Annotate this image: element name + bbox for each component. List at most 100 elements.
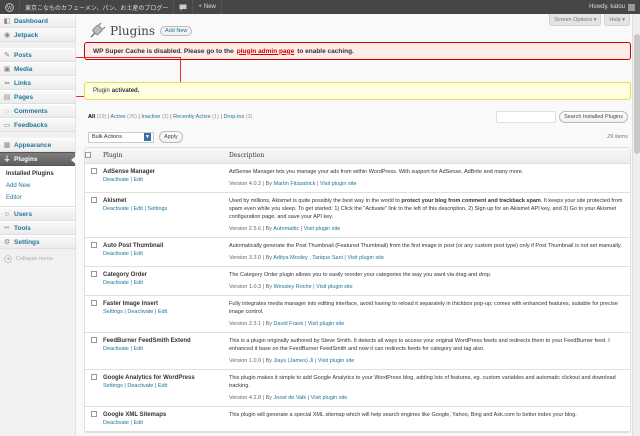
plugin-row-actions[interactable]: Deactivate | Edit: [103, 177, 143, 183]
filter-recently-active[interactable]: Recently Active: [173, 114, 211, 120]
howdy-text: Howdy, katou: [589, 4, 625, 10]
menu-dashboard[interactable]: ◧ Dashboard: [0, 14, 75, 28]
menu-tools[interactable]: ✂ Tools: [0, 221, 75, 235]
visit-plugin-site-link[interactable]: Visit plugin site: [316, 284, 353, 290]
menu-media[interactable]: ▣ Media: [0, 62, 75, 76]
plugin-description: This is a plugin originally authored by …: [229, 338, 610, 352]
plugin-row-actions[interactable]: Deactivate | Edit: [103, 251, 143, 257]
table-header-row: Plugin Description: [85, 148, 630, 164]
plugin-author-link[interactable]: Automattic: [273, 226, 299, 232]
menu-users[interactable]: ☺ Users: [0, 207, 75, 221]
row-checkbox[interactable]: [91, 337, 97, 343]
plugin-title-cell: Google XML Sitemaps Deactivate | Edit: [103, 407, 229, 432]
submenu-add-new[interactable]: Add New: [0, 180, 75, 192]
row-checkbox[interactable]: [91, 411, 97, 417]
scrollbar[interactable]: [632, 14, 640, 436]
row-checkbox[interactable]: [91, 242, 97, 248]
menu-label: Comments: [14, 107, 48, 115]
menu-links[interactable]: ∞ Links: [0, 76, 75, 90]
plugin-author-link[interactable]: David Frank: [274, 321, 304, 327]
row-checkbox[interactable]: [91, 168, 97, 174]
menu-label: Appearance: [14, 141, 52, 149]
error-notice-text: WP Super Cache is disabled. Please go to…: [93, 47, 234, 55]
updated-notice-text: Plugin: [93, 88, 110, 94]
scrollbar-thumb[interactable]: [634, 34, 640, 154]
table-row: Akismet Deactivate | Edit | Settings Used …: [85, 193, 630, 238]
plugin-meta: Version 3.3.0 | By Aditya Mooley , Tariq…: [229, 255, 384, 261]
plugin-author-link[interactable]: Martin Fitzpatrick: [274, 181, 316, 187]
plugin-title-cell: Category Order Deactivate | Edit: [103, 267, 229, 296]
error-notice-text-end: to enable caching.: [297, 47, 354, 55]
submenu-editor[interactable]: Editor: [0, 192, 75, 204]
plugin-row-actions[interactable]: Deactivate | Edit: [103, 420, 143, 426]
filter-all[interactable]: All: [88, 114, 95, 120]
menu-label: Tools: [14, 224, 31, 232]
table-row: Google Analytics for WordPress Settings |…: [85, 370, 630, 407]
plugin-title-cell: Akismet Deactivate | Edit | Settings: [103, 193, 229, 238]
filter-inactive[interactable]: Inactive: [141, 114, 160, 120]
apply-button[interactable]: Apply: [159, 131, 183, 143]
table-nav: Bulk Actions ▼ Apply: [88, 131, 183, 143]
plugin-row-actions[interactable]: Deactivate | Edit: [103, 346, 143, 352]
plugin-author-link[interactable]: Aditya Mooley , Tarique Sani: [273, 255, 343, 261]
visit-plugin-site-link[interactable]: Visit plugin site: [311, 395, 348, 401]
plugin-name: FeedBurner FeedSmith Extend: [103, 338, 191, 344]
comments-icon[interactable]: [174, 0, 194, 14]
plugin-meta: Version 4.2.8 | By Joost de Valk | Visit…: [229, 395, 348, 401]
filter-dropins[interactable]: Drop-ins: [223, 114, 244, 120]
visit-plugin-site-link[interactable]: Visit plugin site: [347, 255, 384, 261]
visit-plugin-site-link[interactable]: Visit plugin site: [304, 226, 341, 232]
feedbacks-icon: ▭: [3, 122, 11, 129]
filter-active[interactable]: Active: [111, 114, 126, 120]
main-content: Screen Options ▾ Help ▾ Plugins Add New …: [76, 14, 640, 436]
row-checkbox-cell: [85, 296, 103, 333]
account-menu[interactable]: Howdy, katou: [584, 0, 640, 14]
row-checkbox[interactable]: [91, 271, 97, 277]
help-tab[interactable]: Help ▾: [604, 14, 630, 26]
search-plugins-button[interactable]: Search Installed Plugins: [558, 111, 628, 123]
search-input[interactable]: [495, 111, 556, 123]
menu-label: Pages: [14, 93, 34, 101]
bulk-actions-value: Bulk Actions: [92, 134, 122, 140]
menu-posts[interactable]: ✎ Posts: [0, 48, 75, 62]
visit-plugin-site-link[interactable]: Visit plugin site: [320, 181, 357, 187]
media-icon: ▣: [3, 66, 11, 73]
visit-plugin-site-link[interactable]: Visit plugin site: [318, 358, 355, 364]
plugin-meta: Version 2.3.1 | By David Frank | Visit p…: [229, 321, 345, 327]
menu-plugins[interactable]: ⏚ Plugins: [0, 152, 76, 166]
plugin-row-actions[interactable]: Settings | Deactivate | Edit: [103, 309, 167, 315]
bulk-actions-select[interactable]: Bulk Actions ▼: [88, 131, 154, 143]
plugin-row-actions[interactable]: Deactivate | Edit: [103, 280, 143, 286]
menu-jetpack[interactable]: ◉ Jetpack: [0, 28, 75, 42]
row-checkbox[interactable]: [91, 374, 97, 380]
plugin-author-link[interactable]: Jiayu (James) Ji: [274, 358, 314, 364]
submenu-installed-plugins[interactable]: Installed Plugins: [0, 168, 75, 180]
menu-pages[interactable]: ▤ Pages: [0, 90, 75, 104]
plugin-author-link[interactable]: Wessley Roche: [274, 284, 312, 290]
menu-feedbacks[interactable]: ▭ Feedbacks: [0, 118, 75, 132]
collapse-menu-button[interactable]: ◂ Collapse menu: [0, 252, 75, 266]
visit-plugin-site-link[interactable]: Visit plugin site: [308, 321, 345, 327]
site-name-link[interactable]: 東京こなものカフェーメン、パン、お土産のブログー: [20, 0, 175, 14]
plugin-description: Automatically generate the Post Thumbnai…: [229, 243, 622, 249]
plugin-name: Akismet: [103, 198, 127, 204]
select-all-checkbox[interactable]: [85, 151, 91, 158]
add-new-plugin-button[interactable]: Add New: [160, 26, 193, 36]
plugin-title-cell: FeedBurner FeedSmith Extend Deactivate | …: [103, 333, 229, 370]
plugin-description-cell: Fully integrates media manager into edit…: [229, 296, 630, 333]
new-content-menu[interactable]: + New: [193, 0, 222, 14]
plugin-version: Version 4.2.8 | By: [229, 395, 273, 401]
plugin-row-actions[interactable]: Settings | Deactivate | Edit: [103, 383, 167, 389]
screen-options-tab[interactable]: Screen Options ▾: [549, 14, 602, 26]
wordpress-logo-icon[interactable]: W: [0, 0, 20, 14]
menu-settings[interactable]: ⚙ Settings: [0, 235, 75, 249]
plugin-author-link[interactable]: Joost de Valk: [274, 395, 307, 401]
row-checkbox[interactable]: [91, 197, 97, 203]
plugin-admin-page-link[interactable]: plugin admin page: [237, 48, 294, 55]
menu-comments[interactable]: ◌ Comments: [0, 104, 75, 118]
row-checkbox[interactable]: [91, 300, 97, 306]
menu-appearance[interactable]: ▦ Appearance: [0, 138, 75, 152]
plugin-row-actions[interactable]: Deactivate | Edit | Settings: [103, 206, 167, 212]
users-icon: ☺: [3, 210, 11, 218]
avatar: [628, 3, 635, 11]
